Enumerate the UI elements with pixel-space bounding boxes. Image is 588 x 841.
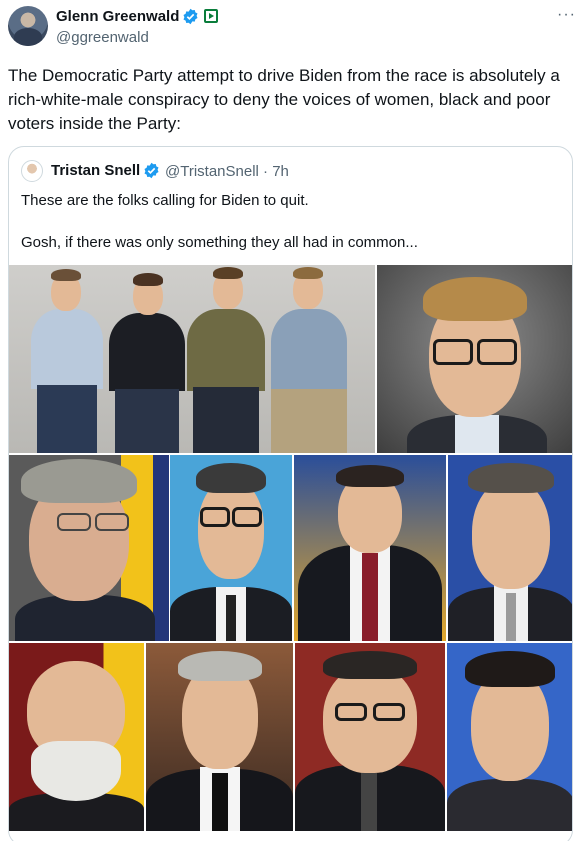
quote-author-avatar[interactable] (21, 160, 43, 182)
quoted-post[interactable]: Tristan Snell @TristanSnell · 7h These a… (8, 146, 573, 841)
quote-text-line2: Gosh, if there was only something they a… (21, 234, 418, 251)
more-options-icon[interactable]: ··· (557, 6, 576, 24)
photo-man-cap-glasses[interactable] (295, 643, 445, 831)
quote-author-handle-time[interactable]: @TristanSnell · 7h (165, 163, 289, 180)
photo-man-glasses-dark-bg[interactable] (377, 265, 572, 453)
post-text: The Democratic Party attempt to drive Bi… (8, 66, 560, 133)
quote-verified-badge-icon (144, 162, 159, 179)
quote-author-name[interactable]: Tristan Snell (51, 162, 140, 179)
author-name[interactable]: Glenn Greenwald (56, 8, 179, 25)
photo-man-red-tie[interactable] (294, 455, 446, 641)
affiliate-badge-icon (204, 9, 218, 23)
photo-man-white-beard[interactable] (9, 643, 144, 831)
verified-badge-icon (183, 8, 198, 25)
quote-text-line1: These are the folks calling for Biden to… (21, 192, 309, 209)
photo-four-men[interactable] (9, 265, 375, 453)
photo-man-gray-hair-yellow-bg[interactable] (9, 455, 169, 641)
photo-man-silver-hair-bow-tie[interactable] (146, 643, 293, 831)
photo-man-gray-tie[interactable] (448, 455, 572, 641)
photo-man-black-glasses[interactable] (170, 455, 292, 641)
author-handle[interactable]: @ggreenwald (56, 29, 149, 46)
author-avatar[interactable] (8, 6, 48, 46)
photo-man-blue-bg[interactable] (447, 643, 572, 831)
photo-collage[interactable] (9, 265, 572, 831)
